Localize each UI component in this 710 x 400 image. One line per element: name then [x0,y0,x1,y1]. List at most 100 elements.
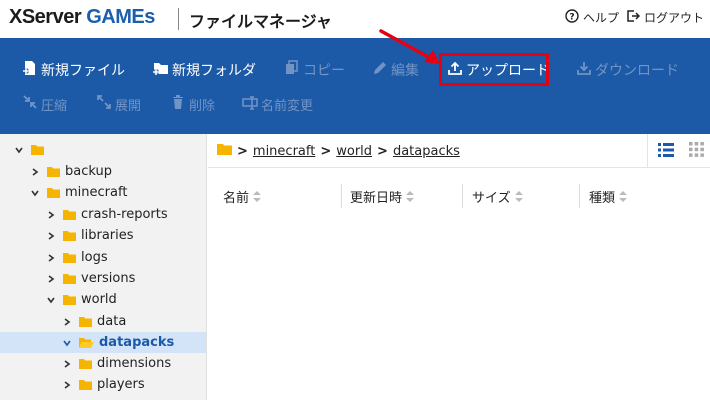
folder-icon [31,144,44,155]
tree-item-libraries[interactable]: libraries [46,225,134,246]
column-header-modified[interactable]: 更新日時 [350,186,415,206]
chevron-right-icon[interactable] [46,274,56,284]
chevron-right-icon[interactable] [46,210,56,220]
tree-item-label: world [81,292,117,307]
delete-label: 削除 [189,98,216,114]
delete-button[interactable]: 削除 [170,94,215,114]
tree-item-players[interactable]: players [62,374,145,395]
upload-highlight-box [439,53,549,86]
app-header: XServer GAMEs ファイルマネージャ ? ヘルプ ログアウト [0,0,710,38]
file-toolbar: 新規ファイル 新規フォルダ コピー 編集 アップロード ダウンロード 圧縮 展開… [0,38,710,134]
breadcrumb-datapacks[interactable]: datapacks [393,144,460,159]
tree-item-label: libraries [81,228,134,243]
copy-icon [284,60,300,80]
tree-item-minecraft[interactable]: minecraft [30,182,127,203]
logo-server: Server [21,6,87,28]
breadcrumb-world[interactable]: world [336,144,372,159]
column-header-name[interactable]: 名前 [223,186,262,206]
rename-label: 名前変更 [261,98,314,114]
tree-item-world[interactable]: world [46,289,117,310]
column-modified-label: 更新日時 [350,190,403,206]
chevron-right-icon[interactable] [62,359,72,369]
compress-label: 圧縮 [41,98,68,114]
chevron-right-icon[interactable] [62,380,72,390]
chevron-down-icon[interactable] [62,338,72,348]
chevron-down-icon[interactable] [46,295,56,305]
download-button[interactable]: ダウンロード [576,60,679,80]
folder-open-icon [79,337,94,348]
tree-item-label: logs [81,250,108,265]
folder-icon [79,358,92,369]
rename-icon [242,94,258,114]
breadcrumb-minecraft[interactable]: minecraft [253,144,315,159]
new-folder-button[interactable]: 新規フォルダ [153,60,256,80]
tree-item-label: data [97,314,127,329]
tree-item-dimensions[interactable]: dimensions [62,353,171,374]
folder-icon [63,209,76,220]
breadcrumb-separator: > [237,143,248,159]
logo-divider [178,8,179,30]
column-divider [341,184,342,208]
sort-icon [514,190,523,202]
sort-icon [253,190,262,202]
help-label: ヘルプ [583,11,620,25]
root-folder-icon[interactable] [217,143,232,159]
logo-x: X [9,6,22,28]
list-view-toggle[interactable] [652,134,680,168]
logout-icon [626,9,641,26]
tree-item-label: crash-reports [81,207,168,222]
folder-icon [47,187,60,198]
logout-link[interactable]: ログアウト [626,9,704,26]
folder-icon [63,230,76,241]
grid-view-toggle[interactable] [682,134,710,168]
compress-button[interactable]: 圧縮 [22,94,67,114]
tree-item-label: minecraft [65,185,128,200]
tree-item-logs[interactable]: logs [46,247,108,268]
chevron-right-icon[interactable] [46,253,56,263]
copy-label: コピー [303,63,345,79]
grid-view-icon [688,141,704,161]
extract-icon [96,94,112,114]
rename-button[interactable]: 名前変更 [242,94,313,114]
copy-button[interactable]: コピー [284,60,345,80]
new-file-button[interactable]: 新規ファイル [22,60,125,80]
tree-item-label: backup [65,164,112,179]
app-title: ファイルマネージャ [189,12,332,31]
column-divider [462,184,463,208]
folder-icon [79,379,92,390]
column-header-size[interactable]: サイズ [472,186,523,206]
breadcrumb-bar: > minecraft > world > datapacks [208,134,710,168]
tree-item-data[interactable]: data [62,311,126,332]
chevron-right-icon[interactable] [62,317,72,327]
folder-icon [47,166,60,177]
svg-text:?: ? [569,13,574,23]
xserver-games-logo[interactable]: XServer GAMEs [9,6,155,29]
new-folder-label: 新規フォルダ [172,63,256,79]
tree-item-label: datapacks [99,335,175,350]
column-type-label: 種類 [589,190,616,206]
tree-item-crash-reports[interactable]: crash-reports [46,204,168,225]
sort-icon [619,190,628,202]
chevron-right-icon[interactable] [30,167,40,177]
help-circle-icon: ? [565,9,579,26]
chevron-down-icon[interactable] [30,188,40,198]
logo-games: GAMEs [86,6,155,28]
list-view-icon [658,142,674,161]
extract-button[interactable]: 展開 [96,94,141,114]
tree-item-datapacks[interactable]: datapacks [0,332,206,353]
new-file-label: 新規ファイル [41,63,125,79]
tree-item-backup[interactable]: backup [30,161,112,182]
help-link[interactable]: ? ヘルプ [565,9,619,26]
compress-icon [22,94,38,114]
view-toggle-divider [647,134,648,168]
chevron-right-icon[interactable] [46,231,56,241]
column-name-label: 名前 [223,190,250,206]
annotation-arrow-icon [379,29,440,64]
tree-item-root[interactable] [14,139,49,160]
tree-item-versions[interactable]: versions [46,268,135,289]
column-size-label: サイズ [472,190,511,206]
chevron-down-icon[interactable] [14,145,24,155]
column-divider [579,184,580,208]
column-header-type[interactable]: 種類 [589,186,628,206]
folder-icon [63,273,76,284]
